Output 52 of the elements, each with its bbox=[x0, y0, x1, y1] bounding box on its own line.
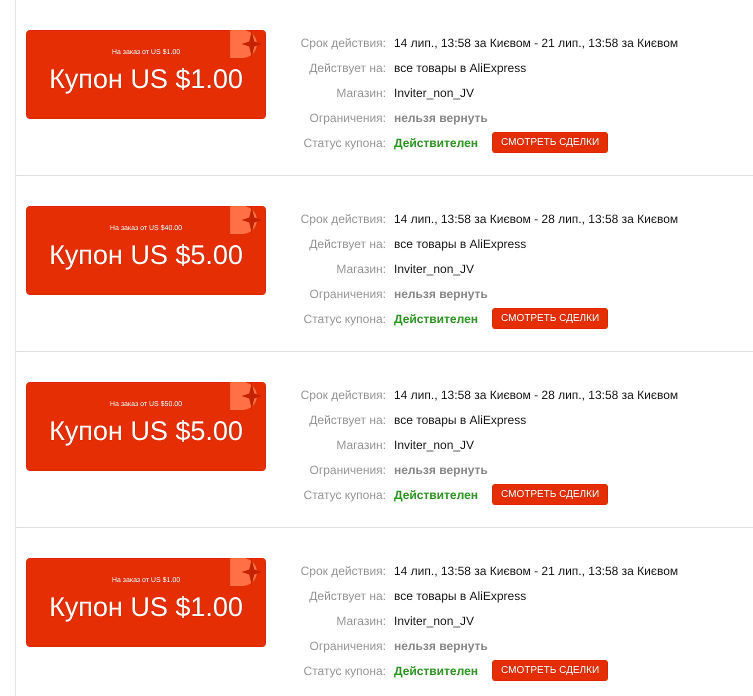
field-value: Inviter_non_JV bbox=[394, 262, 474, 276]
field-label: Магазин: bbox=[335, 262, 386, 276]
field-label: Ограничения: bbox=[308, 110, 386, 124]
field-label: Ограничения: bbox=[308, 286, 386, 300]
coupon-title: Купон US $1.00 bbox=[49, 64, 243, 94]
field-label: Действует на: bbox=[308, 412, 386, 426]
coupon-title: Купон US $1.00 bbox=[49, 592, 243, 622]
field-label: Срок действия: bbox=[300, 212, 386, 226]
field-value: 14 лип., 13:58 за Києвом - 21 лип., 13:58 за Києвом bbox=[394, 36, 678, 50]
view-deals-button[interactable]: СМОТРЕТЬ СДЕЛКИ bbox=[492, 132, 608, 153]
field-value: 14 лип., 13:58 за Києвом - 28 лип., 13:58 за Києвом bbox=[394, 212, 678, 226]
view-deals-button[interactable]: СМОТРЕТЬ СДЕЛКИ bbox=[492, 484, 608, 505]
field-label: Магазин: bbox=[335, 438, 386, 452]
field-value: Inviter_non_JV bbox=[394, 614, 474, 628]
field-label: Действует на: bbox=[308, 60, 386, 74]
field-label: Ограничения: bbox=[308, 638, 386, 652]
field-value: Inviter_non_JV bbox=[394, 438, 474, 452]
field-value: нельзя вернуть bbox=[394, 462, 488, 476]
field-value: нельзя вернуть bbox=[394, 638, 488, 652]
field-value: нельзя вернуть bbox=[394, 286, 488, 300]
star-decoration-icon bbox=[230, 558, 262, 586]
field-value: все товары в AliExpress bbox=[394, 412, 526, 426]
field-label: Срок действия: bbox=[300, 388, 386, 402]
field-label: Статус купона: bbox=[302, 664, 386, 678]
field-value: Inviter_non_JV bbox=[394, 86, 474, 100]
field-value: 14 лип., 13:58 за Києвом - 21 лип., 13:58 за Києвом bbox=[394, 564, 678, 578]
field-label: Магазин: bbox=[335, 86, 386, 100]
field-label: Ограничения: bbox=[308, 462, 386, 476]
view-deals-button[interactable]: СМОТРЕТЬ СДЕЛКИ bbox=[492, 660, 608, 681]
field-label: Статус купона: bbox=[302, 488, 386, 502]
field-label: Магазин: bbox=[335, 614, 386, 628]
field-value: все товары в AliExpress bbox=[394, 60, 526, 74]
star-decoration-icon bbox=[230, 382, 262, 410]
status-text: Действителен bbox=[394, 664, 478, 678]
field-label: Действует на: bbox=[308, 588, 386, 602]
field-value: все товары в AliExpress bbox=[394, 236, 526, 250]
field-label: Срок действия: bbox=[300, 36, 386, 50]
field-label: Статус купона: bbox=[302, 312, 386, 326]
field-value: нельзя вернуть bbox=[394, 110, 488, 124]
view-deals-button[interactable]: СМОТРЕТЬ СДЕЛКИ bbox=[492, 308, 608, 329]
status-text: Действителен bbox=[394, 488, 478, 502]
field-value: все товары в AliExpress bbox=[394, 588, 526, 602]
coupon-title: Купон US $5.00 bbox=[49, 240, 243, 270]
field-label: Действует на: bbox=[308, 236, 386, 250]
star-decoration-icon bbox=[230, 30, 262, 58]
star-decoration-icon bbox=[230, 206, 262, 234]
field-label: Статус купона: bbox=[302, 136, 386, 150]
field-value: 14 лип., 13:58 за Києвом - 28 лип., 13:58 за Києвом bbox=[394, 388, 678, 402]
status-text: Действителен bbox=[394, 136, 478, 150]
coupon-title: Купон US $5.00 bbox=[49, 416, 243, 446]
field-label: Срок действия: bbox=[300, 564, 386, 578]
status-text: Действителен bbox=[394, 312, 478, 326]
